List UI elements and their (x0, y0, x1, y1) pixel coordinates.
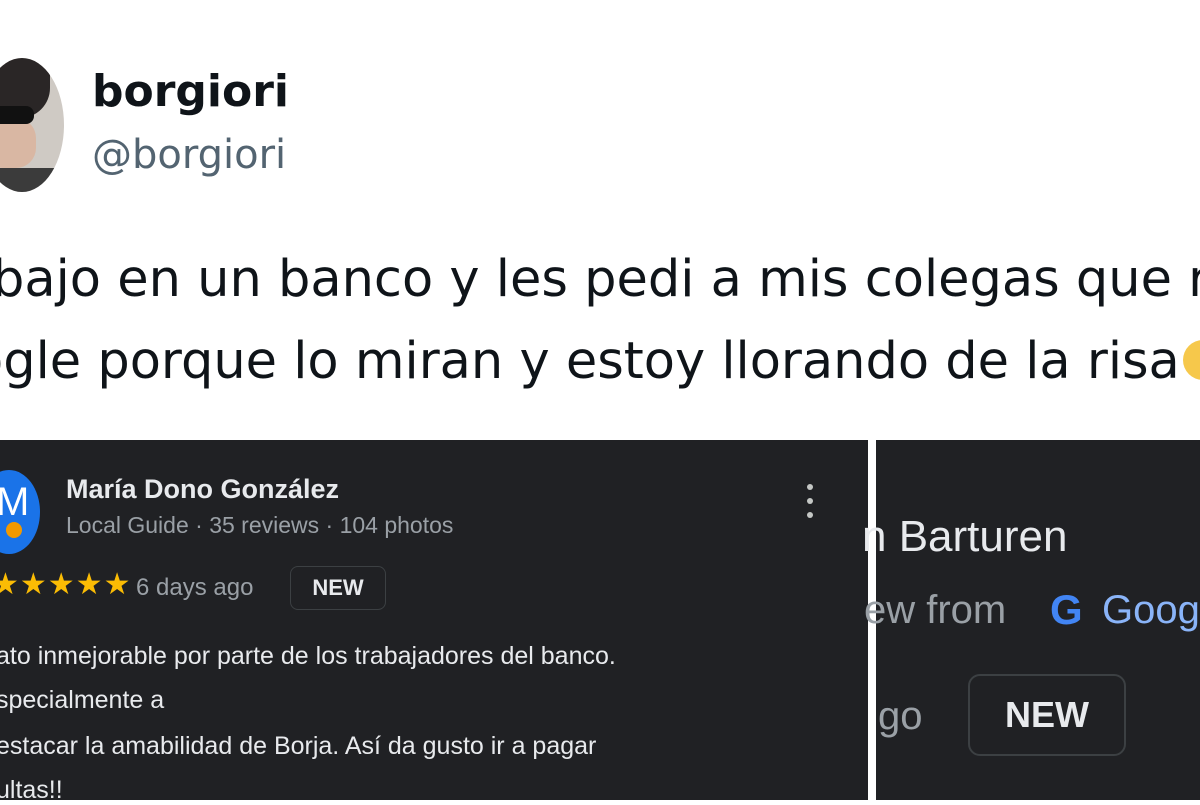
reviewer-meta: Local Guide · 35 reviews · 104 photos (66, 512, 454, 538)
review-time-right: go (878, 694, 923, 738)
new-badge-right: NEW (968, 674, 1126, 756)
tweet-text-line: bajo en un banco y les pedi a mis colega… (0, 250, 1200, 309)
author-avatar[interactable] (0, 58, 64, 192)
review-text-line: specialmente a (0, 686, 165, 714)
author-handle[interactable]: @borgiori (92, 132, 286, 178)
star-rating: ★★★★★ (0, 567, 132, 602)
more-options-icon[interactable] (800, 484, 820, 532)
review-text-line: estacar la amabilidad de Borja. Así da g… (0, 732, 597, 760)
google-g-icon: G (1050, 586, 1083, 633)
reviewer-name-right: n Barturen (862, 512, 1068, 561)
review-text-line: ultas!! (0, 776, 63, 804)
local-guide-badge-icon (6, 522, 22, 538)
review-source-label: ew from (864, 588, 1007, 632)
review-text-line: ato inmejorable por parte de los trabaja… (0, 642, 616, 670)
google-label: Goog (1102, 588, 1200, 632)
tweet-text-line: ogle porque lo miran y estoy llorando de… (0, 332, 1180, 391)
review-time: 6 days ago (136, 574, 254, 601)
reviewer-name: María Dono González (66, 474, 340, 504)
new-badge: NEW (290, 566, 386, 610)
author-name[interactable]: borgiori (92, 66, 289, 117)
laughing-emoji-icon (1183, 340, 1200, 380)
